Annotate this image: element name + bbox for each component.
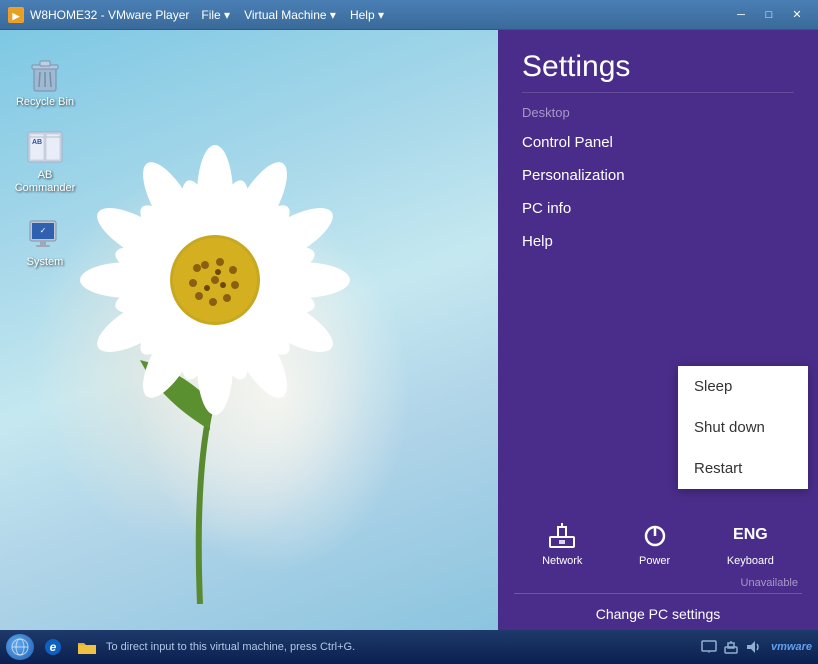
titlebar: ▶ W8HOME32 - VMware Player File ▾ Virtua… bbox=[0, 0, 818, 30]
speaker-tray-icon bbox=[745, 639, 761, 655]
menu-virtual-machine[interactable]: Virtual Machine ▾ bbox=[238, 6, 342, 24]
power-shutdown-item[interactable]: Shut down bbox=[678, 407, 808, 448]
settings-item-control-panel[interactable]: Control Panel bbox=[498, 126, 818, 159]
settings-icons-row: Network Power ENG Keyboard bbox=[498, 501, 818, 585]
desktop: Recycle Bin AB AB Commander bbox=[0, 30, 498, 634]
network-label: Network bbox=[542, 555, 582, 567]
power-restart-item[interactable]: Restart bbox=[678, 448, 808, 489]
folder-icon bbox=[76, 636, 98, 658]
ie-icon: e bbox=[42, 636, 64, 658]
taskbar-folder-button[interactable] bbox=[72, 633, 102, 661]
power-label: Power bbox=[639, 555, 670, 567]
system-label: System bbox=[27, 256, 64, 269]
keyboard-label: Keyboard bbox=[727, 555, 774, 567]
svg-text:AB: AB bbox=[32, 139, 42, 146]
menu-help[interactable]: Help ▾ bbox=[344, 6, 390, 24]
svg-text:✓: ✓ bbox=[40, 226, 47, 235]
taskbar-ie-button[interactable]: e bbox=[38, 633, 68, 661]
network-tray-icon bbox=[723, 639, 739, 655]
close-button[interactable]: ✕ bbox=[784, 5, 810, 25]
globe-icon bbox=[11, 638, 29, 656]
settings-keyboard-button[interactable]: ENG Keyboard bbox=[719, 513, 782, 573]
system-icon: ✓ bbox=[25, 214, 65, 254]
power-icon bbox=[639, 519, 671, 551]
monitor-tray-icon bbox=[701, 639, 717, 655]
taskbar-right: vmware bbox=[701, 639, 812, 655]
network-icon bbox=[546, 519, 578, 551]
settings-item-pc-info[interactable]: PC info bbox=[498, 192, 818, 225]
ab-commander-icon: AB bbox=[25, 127, 65, 167]
status-text: To direct input to this virtual machine,… bbox=[106, 641, 697, 653]
settings-item-help[interactable]: Help bbox=[498, 225, 818, 258]
settings-item-personalization[interactable]: Personalization bbox=[498, 159, 818, 192]
taskbar: e To direct input to this virtual machin… bbox=[0, 630, 818, 664]
settings-network-button[interactable]: Network bbox=[534, 513, 590, 573]
settings-title: Settings bbox=[498, 30, 818, 92]
minimize-button[interactable]: ─ bbox=[728, 5, 754, 25]
ab-commander-label: AB Commander bbox=[14, 169, 76, 195]
power-sleep-item[interactable]: Sleep bbox=[678, 366, 808, 407]
unavailable-label: Unavailable bbox=[741, 577, 798, 589]
svg-text:▶: ▶ bbox=[12, 11, 21, 21]
start-button[interactable] bbox=[6, 634, 34, 660]
desktop-icon-ab-commander[interactable]: AB AB Commander bbox=[10, 123, 80, 199]
svg-text:e: e bbox=[50, 640, 57, 654]
power-dropdown: Sleep Shut down Restart bbox=[678, 366, 808, 489]
desktop-icon-recycle-bin[interactable]: Recycle Bin bbox=[10, 50, 80, 113]
change-pc-settings-button[interactable]: Change PC settings bbox=[498, 594, 818, 634]
titlebar-controls: ─ □ ✕ bbox=[728, 5, 810, 25]
main-area: Recycle Bin AB AB Commander bbox=[0, 30, 818, 634]
desktop-icons: Recycle Bin AB AB Commander bbox=[10, 50, 80, 273]
recycle-bin-icon bbox=[25, 54, 65, 94]
keyboard-eng-display: ENG bbox=[734, 519, 766, 551]
menu-file[interactable]: File ▾ bbox=[195, 6, 236, 24]
settings-item-desktop: Desktop bbox=[498, 99, 818, 126]
titlebar-menu: File ▾ Virtual Machine ▾ Help ▾ bbox=[195, 6, 390, 24]
unavailable-area: Unavailable bbox=[498, 577, 818, 589]
titlebar-title: W8HOME32 - VMware Player bbox=[30, 8, 189, 22]
titlebar-left: ▶ W8HOME32 - VMware Player File ▾ Virtua… bbox=[8, 6, 390, 24]
vmware-logo: vmware bbox=[771, 641, 812, 653]
settings-power-button[interactable]: Power bbox=[631, 513, 679, 573]
maximize-button[interactable]: □ bbox=[756, 5, 782, 25]
settings-panel: Settings Desktop Control Panel Personali… bbox=[498, 30, 818, 634]
recycle-bin-label: Recycle Bin bbox=[16, 96, 74, 109]
keyboard-eng-text: ENG bbox=[733, 526, 768, 544]
vmware-player-icon: ▶ bbox=[8, 7, 24, 23]
desktop-icon-system[interactable]: ✓ System bbox=[10, 210, 80, 273]
